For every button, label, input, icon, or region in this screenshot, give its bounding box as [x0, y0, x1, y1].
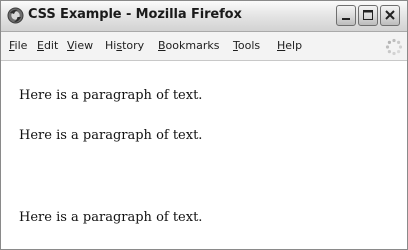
- browser-window: CSS Example - Mozilla Firefox File Edit …: [0, 0, 408, 250]
- menu-file[interactable]: File: [9, 39, 27, 52]
- close-icon: [385, 10, 395, 20]
- menu-view[interactable]: View: [67, 39, 93, 52]
- window-title: CSS Example - Mozilla Firefox: [28, 7, 242, 22]
- paragraph-2: Here is a paragraph of text.: [19, 128, 203, 143]
- minimize-button[interactable]: [336, 5, 356, 26]
- title-bar[interactable]: CSS Example - Mozilla Firefox: [1, 1, 407, 32]
- maximize-button[interactable]: [358, 5, 378, 26]
- paragraph-3: Here is a paragraph of text.: [19, 210, 203, 225]
- minimize-icon: [342, 18, 350, 20]
- firefox-icon[interactable]: [7, 7, 24, 24]
- menu-edit[interactable]: Edit: [37, 39, 58, 52]
- page-content: Here is a paragraph of text. Here is a p…: [1, 61, 407, 249]
- menu-bookmarks[interactable]: Bookmarks: [158, 39, 219, 52]
- menu-tools[interactable]: Tools: [233, 39, 260, 52]
- menu-help[interactable]: Help: [277, 39, 302, 52]
- paragraph-1: Here is a paragraph of text.: [19, 88, 203, 103]
- throbber-icon: [385, 38, 403, 56]
- close-button[interactable]: [380, 5, 400, 26]
- menu-bar: File Edit View History Bookmarks Tools H…: [1, 32, 407, 61]
- maximize-icon: [363, 10, 373, 20]
- menu-history[interactable]: History: [105, 39, 144, 52]
